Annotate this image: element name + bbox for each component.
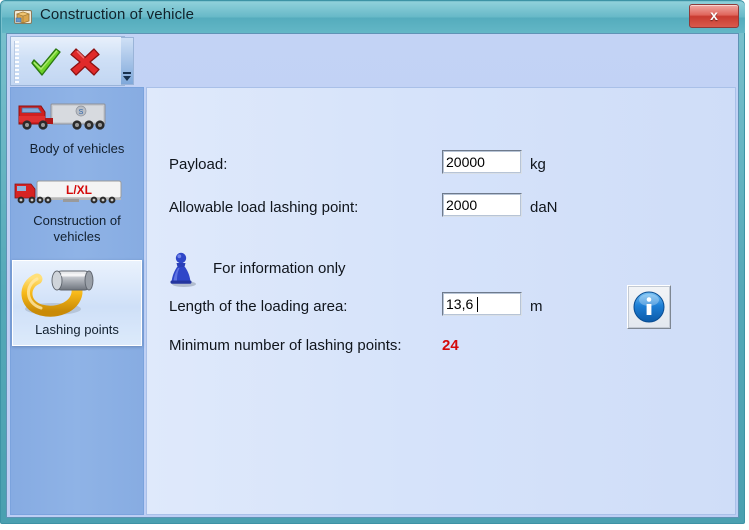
info-circle-icon: [633, 291, 665, 323]
toolbar-overflow-button[interactable]: [121, 37, 134, 85]
svg-text:L/XL: L/XL: [66, 183, 92, 197]
truck-trailer-icon: S: [11, 96, 143, 138]
loading-length-input[interactable]: [442, 292, 522, 316]
allowable-load-input[interactable]: [442, 193, 522, 217]
payload-input[interactable]: [442, 150, 522, 174]
sidebar-item-construction-of-vehicles[interactable]: L/XL Construction of vehicles: [11, 176, 143, 254]
close-button[interactable]: x: [689, 4, 739, 28]
window-title: Construction of vehicle: [40, 6, 195, 23]
close-icon: x: [710, 7, 718, 23]
content-panel: Payload: kg Allowable load lashing point…: [146, 87, 736, 515]
package-box-icon: [14, 8, 32, 26]
sidebar-item-label: Lashing points: [35, 322, 119, 337]
minimum-lashing-points-label: Minimum number of lashing points:: [169, 337, 402, 354]
sidebar-item-body-of-vehicles[interactable]: S Body of vehicles: [11, 96, 143, 164]
allowable-load-unit: daN: [530, 199, 558, 216]
client-area: S Body of vehicles L/XL Construction of …: [6, 33, 739, 518]
sidebar-item-label: Construction of vehicles: [33, 213, 121, 244]
titlebar[interactable]: Construction of vehicle x: [0, 0, 745, 34]
payload-label: Payload:: [169, 156, 228, 173]
cancel-button[interactable]: [67, 44, 103, 80]
client-background: S Body of vehicles L/XL Construction of …: [7, 34, 738, 517]
loading-length-unit: m: [530, 298, 543, 315]
lashing-ring-icon: [13, 265, 141, 319]
application-window: Construction of vehicle x S Body of vehi…: [0, 0, 749, 530]
text-cursor: [477, 297, 478, 312]
overflow-bar-icon: [123, 72, 131, 74]
blue-pawn-icon: [167, 251, 199, 287]
loading-length-label: Length of the loading area:: [169, 298, 348, 315]
sidebar-item-lashing-points[interactable]: Lashing points: [12, 260, 142, 346]
toolbar-drag-handle[interactable]: [14, 41, 19, 83]
allowable-load-label: Allowable load lashing point:: [169, 199, 359, 216]
info-button[interactable]: [627, 285, 671, 329]
payload-unit: kg: [530, 156, 546, 173]
chevron-down-icon: [123, 76, 131, 81]
cross-icon: [70, 48, 100, 76]
sidebar-item-label: Body of vehicles: [29, 141, 125, 156]
check-icon: [31, 48, 61, 76]
svg-text:S: S: [79, 109, 84, 116]
sidebar: S Body of vehicles L/XL Construction of …: [10, 87, 144, 515]
truck-lxl-icon: L/XL: [11, 176, 143, 210]
information-only-label: For information only: [213, 260, 346, 277]
confirm-button[interactable]: [27, 44, 63, 80]
minimum-lashing-points-value: 24: [442, 337, 459, 354]
toolbar: [10, 36, 134, 86]
